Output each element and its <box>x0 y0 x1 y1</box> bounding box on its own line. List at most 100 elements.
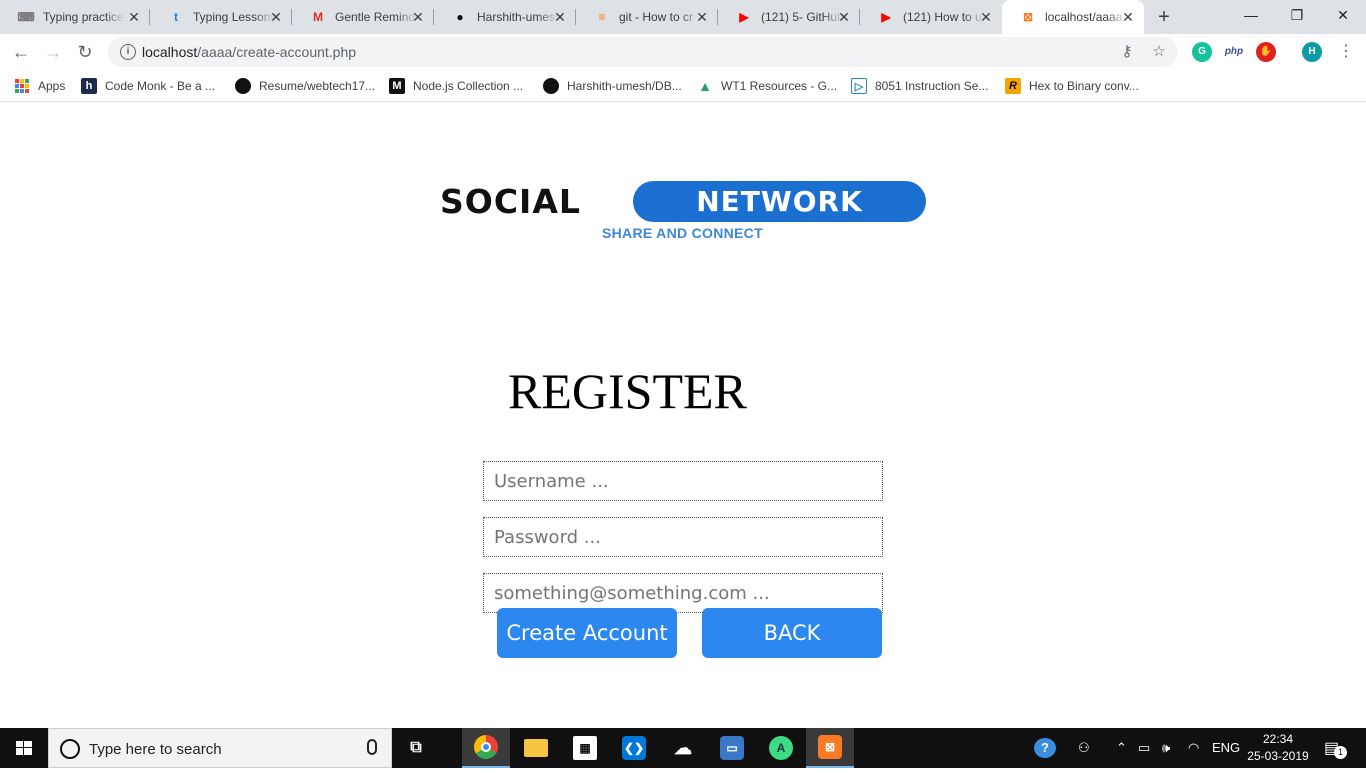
url-host: localhost <box>142 44 198 60</box>
bookmark-wt1-resources[interactable]: ▲ WT1 Resources - G... <box>697 76 837 96</box>
close-tab-icon[interactable]: ✕ <box>1120 9 1136 25</box>
browser-tab[interactable]: ⌨ Typing practice ✕ <box>0 0 150 34</box>
info-icon[interactable]: i <box>120 44 136 60</box>
notifications-icon[interactable]: ▤ 1 <box>1324 738 1347 759</box>
close-tab-icon[interactable]: ✕ <box>694 9 710 25</box>
rapidtables-icon: R <box>1005 78 1021 94</box>
bookmark-nodejs[interactable]: M Node.js Collection ... <box>389 76 523 96</box>
password-field[interactable] <box>483 517 883 557</box>
browser-tab[interactable]: t Typing Lessons ✕ <box>150 0 292 34</box>
bookmark-label: Node.js Collection ... <box>413 79 524 93</box>
bookmark-page-icon: ▷ <box>851 78 867 94</box>
bookmark-codemonk[interactable]: h Code Monk - Be a ... <box>81 76 215 96</box>
xampp-icon: ⊠ <box>1022 10 1034 24</box>
calendar-icon[interactable]: ▦ <box>561 728 609 768</box>
minimize-icon[interactable]: — <box>1228 0 1274 30</box>
tab-title: Gentle Reminder <box>335 10 417 24</box>
language-indicator[interactable]: ENG <box>1212 740 1240 755</box>
bookmark-label: Resume/webtech17... <box>259 79 376 93</box>
browser-tab[interactable]: ≡ git - How to cr ✕ <box>576 0 718 34</box>
android-studio-icon[interactable]: A <box>757 728 805 768</box>
gmail-icon: M <box>313 10 323 24</box>
menu-kebab-icon[interactable]: ⋮ <box>1334 40 1358 64</box>
email-field[interactable] <box>483 573 883 613</box>
bookmark-star-icon[interactable]: ☆ <box>1150 43 1168 61</box>
adblock-icon[interactable]: ✋ <box>1256 42 1276 62</box>
wifi-icon[interactable]: ◠ <box>1188 740 1199 756</box>
php-extension-icon[interactable]: php <box>1222 42 1246 62</box>
social-network-logo: SOCIAL NETWORK SHARE AND CONNECT <box>440 181 926 243</box>
browser-tab[interactable]: ● Harshith-umesh ✕ <box>434 0 576 34</box>
new-tab-plus-icon[interactable]: + <box>1153 6 1175 28</box>
url-text[interactable]: localhost/aaaa/create-account.php <box>142 44 356 60</box>
bookmark-apps[interactable]: Apps <box>14 76 65 96</box>
close-tab-icon[interactable]: ✕ <box>268 9 284 25</box>
browser-tab-active[interactable]: ⊠ localhost/aaaa ✕ <box>1002 0 1144 34</box>
system-clock[interactable]: 22:34 25-03-2019 <box>1240 731 1316 765</box>
bookmark-8051[interactable]: ▷ 8051 Instruction Se... <box>851 76 988 96</box>
close-tab-icon[interactable]: ✕ <box>978 9 994 25</box>
onedrive-icon[interactable]: ☁ <box>659 728 707 768</box>
clock-time: 22:34 <box>1262 732 1294 746</box>
microphone-icon[interactable] <box>367 739 377 755</box>
profile-avatar[interactable]: H <box>1302 42 1322 62</box>
chrome-taskbar-icon[interactable] <box>462 728 510 768</box>
vscode-icon[interactable]: ❮❯ <box>610 728 658 768</box>
tab-title: (121) 5- GitHub <box>761 10 843 24</box>
bookmark-label: Code Monk - Be a ... <box>105 79 216 93</box>
clock-date: 25-03-2019 <box>1247 749 1309 763</box>
chevron-up-icon[interactable]: ⌃ <box>1116 740 1127 756</box>
close-tab-icon[interactable]: ✕ <box>126 9 142 25</box>
browser-tab-strip: ⌨ Typing practice ✕ t Typing Lessons ✕ M… <box>0 0 1366 34</box>
page-content: SOCIAL NETWORK SHARE AND CONNECT REGISTE… <box>0 103 1366 728</box>
codemonk-icon: h <box>81 78 97 94</box>
bookmark-resume[interactable]: Resume/webtech17... <box>235 76 375 96</box>
grammarly-icon[interactable]: G <box>1192 42 1212 62</box>
username-field[interactable] <box>483 461 883 501</box>
remote-desktop-icon[interactable]: ▭ <box>708 728 756 768</box>
github-icon <box>543 78 559 94</box>
windows-taskbar: Type here to search ⧉ ▦ ❮❯ ☁ ▭ A ⊠ ? ⚇ ⌃… <box>0 728 1366 768</box>
xampp-taskbar-icon[interactable]: ⊠ <box>806 728 854 768</box>
tab-title: localhost/aaaa <box>1045 10 1123 24</box>
back-button[interactable]: BACK <box>702 608 882 658</box>
stackoverflow-icon: ≡ <box>598 10 606 24</box>
battery-icon[interactable]: ▭ <box>1138 740 1150 756</box>
address-bar[interactable]: i localhost/aaaa/create-account.php ⚷ ☆ <box>108 37 1178 67</box>
keyboard-icon: ⌨ <box>17 10 35 24</box>
back-arrow-icon[interactable]: ← <box>9 40 33 64</box>
youtube-icon: ▶ <box>881 10 891 24</box>
key-icon[interactable]: ⚷ <box>1118 43 1136 61</box>
github-icon <box>235 78 251 94</box>
tab-title: git - How to cr <box>619 10 694 24</box>
tab-title: Typing practice <box>43 10 124 24</box>
logo-text-social: SOCIAL <box>440 182 581 221</box>
browser-tab[interactable]: M Gentle Reminder ✕ <box>292 0 434 34</box>
bookmark-harshith-db[interactable]: Harshith-umesh/DB... <box>543 76 682 96</box>
tab-title: Harshith-umesh <box>477 10 559 24</box>
google-drive-icon: ▲ <box>698 78 712 94</box>
taskbar-search-box[interactable]: Type here to search <box>48 728 392 768</box>
cortana-icon[interactable] <box>60 739 80 759</box>
task-view-icon[interactable]: ⧉ <box>392 728 440 768</box>
bookmark-label: Hex to Binary conv... <box>1029 79 1139 93</box>
browser-tab[interactable]: ▶ (121) How to u ✕ <box>860 0 1002 34</box>
bookmark-hex-binary[interactable]: R Hex to Binary conv... <box>1005 76 1139 96</box>
close-tab-icon[interactable]: ✕ <box>552 9 568 25</box>
url-path: /aaaa/create-account.php <box>197 44 357 60</box>
close-tab-icon[interactable]: ✕ <box>836 9 852 25</box>
file-explorer-icon[interactable] <box>512 728 560 768</box>
restore-icon[interactable]: ❐ <box>1274 0 1320 30</box>
close-window-icon[interactable]: ✕ <box>1320 0 1366 30</box>
close-tab-icon[interactable]: ✕ <box>410 9 426 25</box>
volume-icon[interactable]: 🕪 <box>1162 740 1170 756</box>
windows-start-icon[interactable] <box>0 728 48 768</box>
browser-tab[interactable]: ▶ (121) 5- GitHub ✕ <box>718 0 860 34</box>
bookmark-label: WT1 Resources - G... <box>721 79 838 93</box>
people-icon[interactable]: ⚇ <box>1078 740 1090 756</box>
forward-arrow-icon[interactable]: → <box>41 40 65 64</box>
reload-icon[interactable]: ↻ <box>73 40 97 64</box>
logo-text-network: NETWORK <box>633 181 926 222</box>
help-icon[interactable]: ? <box>1034 738 1056 758</box>
create-account-button[interactable]: Create Account <box>497 608 677 658</box>
